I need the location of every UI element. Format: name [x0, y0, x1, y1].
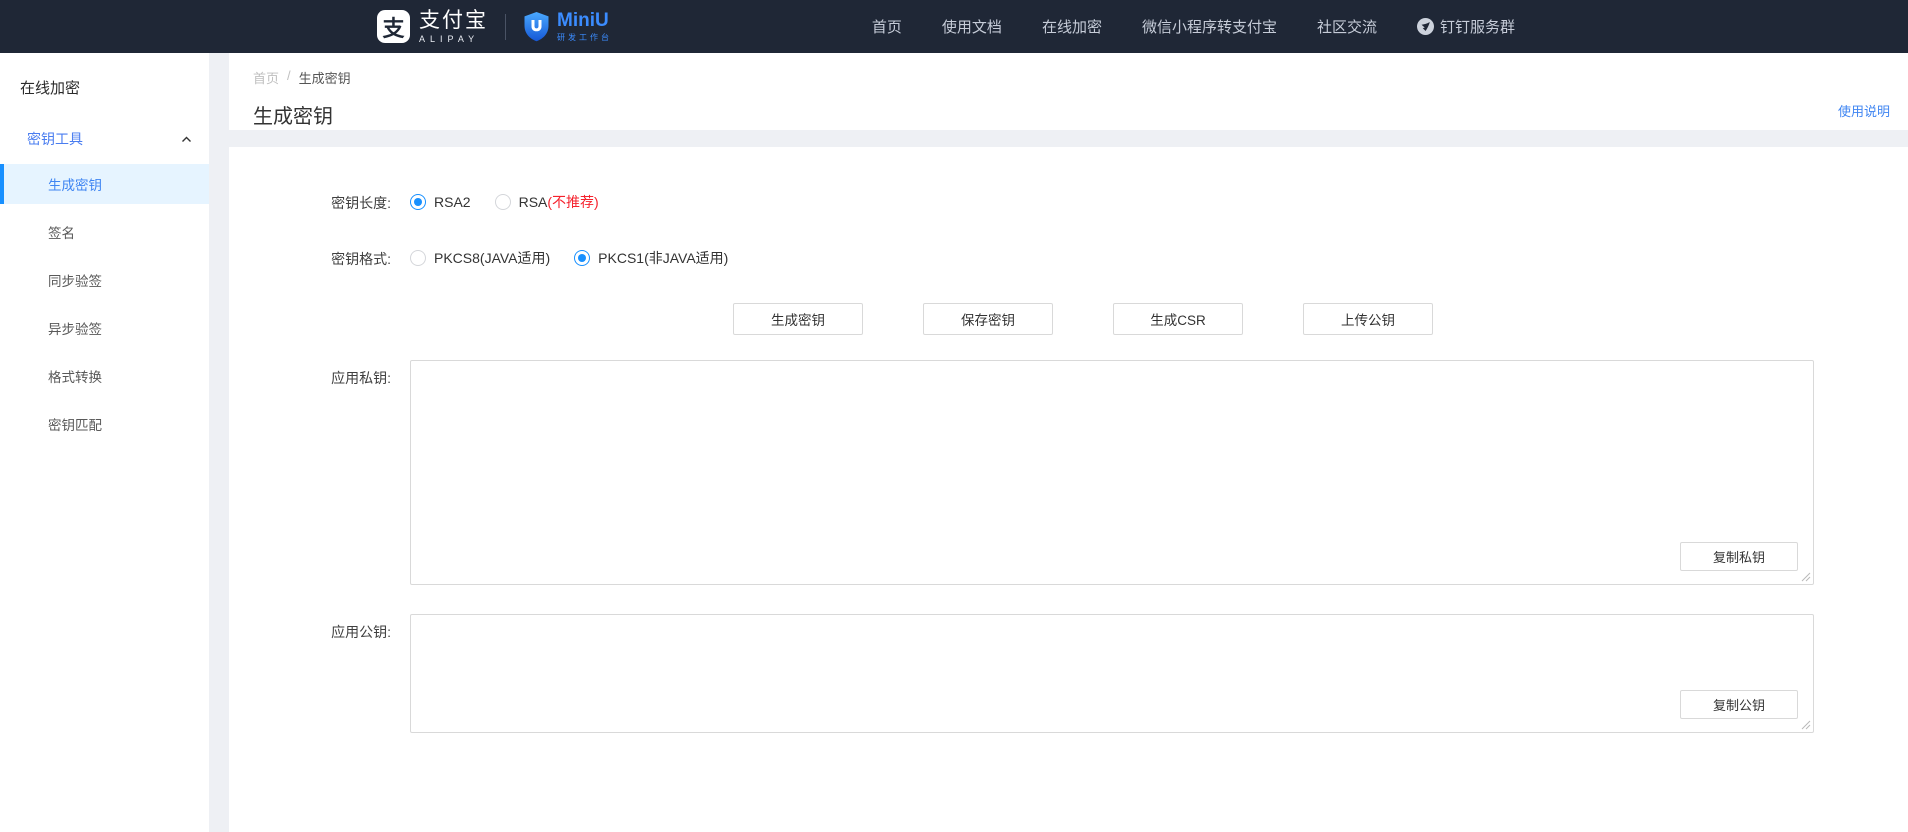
nav-item-docs[interactable]: 使用文档 — [942, 16, 1002, 37]
logo-divider — [505, 14, 506, 40]
resize-handle-icon[interactable] — [1801, 720, 1811, 730]
page-title: 生成密钥 — [253, 100, 1908, 129]
page-layout: 在线加密 密钥工具 生成密钥 签名 同步验签 异步验签 格式转换 — [0, 53, 1908, 832]
nav-item-community[interactable]: 社区交流 — [1317, 16, 1377, 37]
private-key-row: 应用私钥: 复制私钥 — [229, 360, 1908, 585]
radio-rsa2[interactable]: RSA2 — [410, 194, 471, 210]
radio-label: PKCS8(JAVA适用) — [434, 248, 550, 268]
key-length-options: RSA2 RSA(不推荐) — [410, 191, 623, 213]
miniu-sub: 研发工作台 — [557, 32, 612, 43]
private-key-area: 复制私钥 — [410, 360, 1814, 585]
save-key-button[interactable]: 保存密钥 — [923, 303, 1053, 335]
sidebar-item-async-verify[interactable]: 异步验签 — [0, 308, 209, 348]
key-format-options: PKCS8(JAVA适用) PKCS1(非JAVA适用) — [410, 247, 752, 269]
radio-unchecked-icon — [410, 250, 426, 266]
radio-rsa[interactable]: RSA(不推荐) — [495, 192, 599, 212]
sidebar-item-label: 生成密钥 — [48, 174, 102, 194]
generate-key-button[interactable]: 生成密钥 — [733, 303, 863, 335]
miniu-name: MiniU — [557, 11, 612, 30]
key-length-row: 密钥长度: RSA2 RSA(不推荐) — [229, 191, 1908, 213]
sidebar-item-label: 异步验签 — [48, 318, 102, 338]
sidebar-menu: 生成密钥 签名 同步验签 异步验签 格式转换 密钥匹配 — [0, 164, 209, 444]
page-head: 首页 / 生成密钥 生成密钥 使用说明 — [229, 53, 1908, 130]
sidebar-item-label: 签名 — [48, 222, 75, 242]
miniu-wordmark: MiniU 研发工作台 — [557, 11, 612, 43]
radio-checked-icon — [410, 194, 426, 210]
breadcrumb-current: 生成密钥 — [299, 68, 351, 87]
sidebar-group-key-tools[interactable]: 密钥工具 — [27, 129, 192, 149]
chevron-up-icon — [181, 136, 192, 143]
copy-public-key-button[interactable]: 复制公钥 — [1680, 690, 1798, 719]
nav-item-online-encrypt[interactable]: 在线加密 — [1042, 16, 1102, 37]
sidebar-item-label: 同步验签 — [48, 270, 102, 290]
sidebar-item-generate-key[interactable]: 生成密钥 — [0, 164, 209, 204]
key-format-label: 密钥格式: — [229, 247, 391, 269]
radio-checked-icon — [574, 250, 590, 266]
private-key-label: 应用私钥: — [229, 360, 391, 388]
alipay-glyph: 支 — [382, 11, 404, 43]
not-recommended-warning: (不推荐) — [547, 194, 598, 210]
sidebar-item-key-match[interactable]: 密钥匹配 — [0, 404, 209, 444]
nav-dingtalk-label: 钉钉服务群 — [1440, 16, 1515, 37]
miniu-logo: MiniU 研发工作台 — [523, 11, 612, 43]
breadcrumb-home[interactable]: 首页 — [253, 68, 279, 87]
sidebar: 在线加密 密钥工具 生成密钥 签名 同步验签 异步验签 格式转换 — [0, 53, 209, 832]
sidebar-item-sign[interactable]: 签名 — [0, 212, 209, 252]
public-key-area: 复制公钥 — [410, 614, 1814, 733]
radio-label: PKCS1(非JAVA适用) — [598, 248, 728, 268]
key-length-label: 密钥长度: — [229, 191, 391, 213]
sidebar-item-sync-verify[interactable]: 同步验签 — [0, 260, 209, 300]
breadcrumb: 首页 / 生成密钥 — [253, 53, 1908, 87]
nav-item-home[interactable]: 首页 — [872, 16, 902, 37]
radio-pkcs1[interactable]: PKCS1(非JAVA适用) — [574, 248, 728, 268]
sidebar-title: 在线加密 — [20, 77, 209, 98]
radio-pkcs8[interactable]: PKCS8(JAVA适用) — [410, 248, 550, 268]
resize-handle-icon[interactable] — [1801, 572, 1811, 582]
upload-public-key-button[interactable]: 上传公钥 — [1303, 303, 1433, 335]
sidebar-group-label: 密钥工具 — [27, 129, 83, 149]
radio-label: RSA2 — [434, 194, 471, 210]
public-key-textarea[interactable] — [410, 614, 1814, 733]
radio-unchecked-icon — [495, 194, 511, 210]
nav-item-dingtalk-group[interactable]: 钉钉服务群 — [1417, 16, 1515, 37]
sidebar-item-format-convert[interactable]: 格式转换 — [0, 356, 209, 396]
private-key-textarea[interactable] — [410, 360, 1814, 585]
key-format-row: 密钥格式: PKCS8(JAVA适用) PKCS1(非JAVA适用) — [229, 247, 1908, 269]
sidebar-item-label: 格式转换 — [48, 366, 102, 386]
logo[interactable]: 支 支付宝 ALIPAY MiniU 研发工作台 — [377, 10, 612, 44]
alipay-wordmark: 支付宝 ALIPAY — [419, 10, 488, 44]
public-key-label: 应用公钥: — [229, 614, 391, 642]
dingtalk-icon — [1417, 18, 1434, 35]
breadcrumb-separator: / — [287, 68, 291, 87]
miniu-shield-icon — [523, 11, 550, 42]
alipay-logo-icon: 支 — [377, 10, 410, 43]
top-nav: 首页 使用文档 在线加密 微信小程序转支付宝 社区交流 钉钉服务群 — [872, 16, 1515, 37]
alipay-name: 支付宝 — [419, 10, 488, 32]
nav-item-wechat-to-alipay[interactable]: 微信小程序转支付宝 — [1142, 16, 1277, 37]
action-buttons-row: 生成密钥 保存密钥 生成CSR 上传公钥 — [733, 303, 1908, 335]
usage-help-link[interactable]: 使用说明 — [1838, 101, 1890, 120]
public-key-row: 应用公钥: 复制公钥 — [229, 614, 1908, 733]
form-card: 密钥长度: RSA2 RSA(不推荐) 密钥格式: — [229, 147, 1908, 832]
alipay-sub: ALIPAY — [419, 34, 488, 44]
top-header: 支 支付宝 ALIPAY MiniU 研发工作台 — [0, 0, 1908, 53]
sidebar-item-label: 密钥匹配 — [48, 414, 102, 434]
copy-private-key-button[interactable]: 复制私钥 — [1680, 542, 1798, 571]
main-column: 首页 / 生成密钥 生成密钥 使用说明 密钥长度: RSA2 RSA(不推荐) — [229, 53, 1908, 832]
generate-csr-button[interactable]: 生成CSR — [1113, 303, 1243, 335]
radio-label: RSA(不推荐) — [519, 192, 599, 212]
